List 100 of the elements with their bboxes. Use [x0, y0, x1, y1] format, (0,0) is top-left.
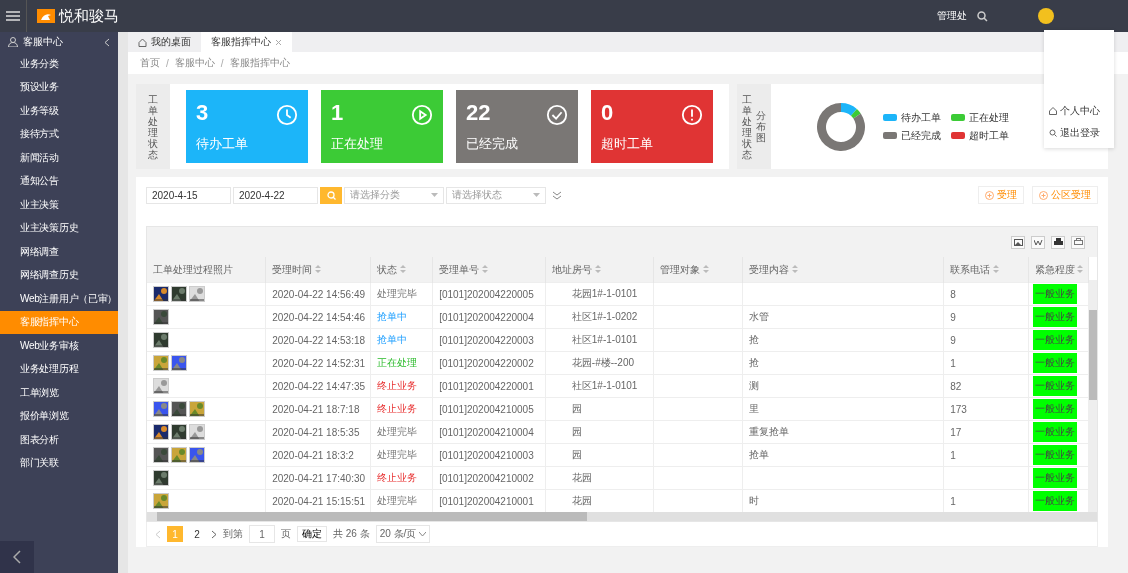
sidebar-item[interactable]: 接待方式 [0, 122, 118, 146]
sidebar-item[interactable]: 通知公告 [0, 169, 118, 193]
status-text: 处理完毕 [370, 420, 433, 444]
sort-icon[interactable] [791, 264, 798, 273]
sort-icon[interactable] [314, 264, 321, 273]
search-icon[interactable] [977, 10, 988, 22]
table-cell: 2020-04-22 14:54:46 [265, 305, 371, 329]
status-card[interactable]: 0 超时工单 [591, 90, 713, 163]
status-card[interactable]: 22 已经完成 [456, 90, 578, 163]
sidebar-item[interactable]: 工单浏览 [0, 381, 118, 405]
close-icon[interactable] [275, 38, 282, 46]
status-text: 正在处理 [370, 351, 433, 375]
panel-title: 工单处理状态 [742, 93, 752, 160]
card-label: 正在处理 [331, 135, 383, 153]
user-menu-item[interactable]: 退出登录 [1044, 126, 1114, 140]
caret-icon [533, 193, 540, 197]
sidebar-item[interactable]: 业务分类 [0, 52, 118, 76]
sidebar-item[interactable]: 业务等级 [0, 99, 118, 123]
column-header[interactable]: 紧急程度 [1028, 257, 1089, 283]
legend-swatch [883, 132, 897, 139]
sort-icon[interactable] [481, 264, 488, 273]
sidebar-item[interactable]: 业主决策历史 [0, 216, 118, 240]
menu-icon [6, 11, 20, 21]
sort-icon[interactable] [703, 264, 710, 273]
sidebar-item[interactable]: 网络调查历史 [0, 263, 118, 287]
word-export-button[interactable] [1031, 235, 1045, 249]
table-cell: 9 [950, 311, 956, 323]
breadcrumb-link[interactable]: 客服指挥中心 [229, 56, 290, 70]
sidebar-item[interactable]: Web注册用户（已审） [0, 287, 118, 311]
play-icon [411, 104, 433, 126]
sidebar-item[interactable]: 业主决策 [0, 193, 118, 217]
caret-icon [431, 193, 438, 197]
chevron-right-icon[interactable] [211, 529, 217, 539]
column-header[interactable]: 受理时间 [265, 257, 371, 283]
breadcrumb-link[interactable]: 客服中心 [174, 56, 215, 70]
card-count: 0 [601, 100, 614, 126]
sidebar-item[interactable]: 预设业务 [0, 75, 118, 99]
date-field[interactable]: 2020-4-22 [233, 186, 318, 204]
search-button[interactable] [320, 186, 342, 204]
user-avatar[interactable] [1038, 8, 1054, 24]
tab[interactable]: 客服指挥中心 [201, 32, 292, 52]
table-cell-text: 花园 [570, 472, 592, 483]
page-size-select[interactable]: 20 条/页 [375, 525, 431, 543]
clock-icon [276, 104, 298, 126]
column-header[interactable]: 联系电话 [943, 257, 1029, 283]
urgency-tag: 一般业务 [1032, 307, 1077, 327]
org-name: 管理处 [937, 9, 967, 23]
expand-icon[interactable] [552, 190, 562, 200]
table-cell-text: 园 [570, 426, 582, 437]
confirm-button[interactable]: 确定 [297, 526, 327, 542]
page-button[interactable]: 2 [189, 526, 205, 542]
user-menu-item[interactable]: 个人中心 [1044, 104, 1114, 118]
table-cell: 2020-04-21 18:7:18 [265, 397, 371, 421]
column-header[interactable]: 工单处理过程照片 [147, 257, 266, 283]
sort-icon[interactable] [992, 264, 999, 273]
horizontal-scrollbar[interactable] [147, 512, 1097, 521]
image-icon [1013, 238, 1023, 246]
table-cell: 2020-04-21 17:40:30 [265, 466, 371, 490]
panel-subtitle: 分布图 [756, 110, 766, 143]
sort-icon[interactable] [399, 264, 406, 273]
table-cell: 里 [748, 403, 759, 414]
table-cell-text: 园 [570, 403, 582, 414]
image-button[interactable] [1011, 235, 1025, 249]
sort-icon[interactable] [1077, 264, 1084, 273]
collapse-button[interactable] [0, 541, 34, 573]
tab[interactable]: 我的桌面 [128, 32, 201, 52]
sidebar-item[interactable]: 新闻活动 [0, 146, 118, 170]
sidebar-item[interactable]: 报价单浏览 [0, 404, 118, 428]
print-button[interactable] [1051, 235, 1065, 249]
table-cell-text: 花园-#楼--200 [570, 357, 635, 368]
alert-icon [681, 104, 703, 126]
column-header[interactable]: 管理对象 [653, 257, 743, 283]
sidebar-item[interactable]: Web业务审核 [0, 334, 118, 358]
column-header[interactable]: 地址房号 [545, 257, 654, 283]
table-cell: 1 [950, 449, 956, 461]
sidebar-item[interactable]: 图表分析 [0, 428, 118, 452]
column-header[interactable]: 状态 [370, 257, 433, 283]
page-input[interactable]: 1 [249, 525, 275, 543]
sidebar-scrollbar[interactable] [118, 32, 128, 573]
legend-label: 待办工单 [901, 110, 941, 125]
column-header[interactable]: 受理内容 [742, 257, 944, 283]
sidebar-item[interactable]: 部门关联 [0, 451, 118, 475]
column-header[interactable]: 受理单号 [432, 257, 546, 283]
sort-icon[interactable] [594, 264, 601, 273]
table-cell-text: 花园1#-1-0101 [570, 288, 638, 299]
table-cell-text: 花园 [570, 495, 592, 506]
legend-label: 超时工单 [969, 128, 1009, 143]
table-cell: 8 [950, 288, 956, 300]
legend-label: 正在处理 [969, 110, 1009, 125]
table-cell: 9 [950, 334, 956, 346]
table-cell: [0101]202004210005 [432, 397, 546, 421]
date-field[interactable]: 2020-4-15 [146, 186, 231, 204]
sidebar-item[interactable]: 网络调查 [0, 240, 118, 264]
chevron-left-icon[interactable] [104, 37, 110, 47]
vertical-scrollbar[interactable] [1089, 280, 1097, 512]
sidebar-item[interactable]: 业务处理历程 [0, 357, 118, 381]
sidebar-section-title[interactable]: 客服中心 [23, 35, 99, 49]
breadcrumb-link[interactable]: 首页 [140, 56, 160, 70]
status-text: 终止业务 [370, 397, 433, 421]
table-cell: 82 [950, 380, 962, 392]
